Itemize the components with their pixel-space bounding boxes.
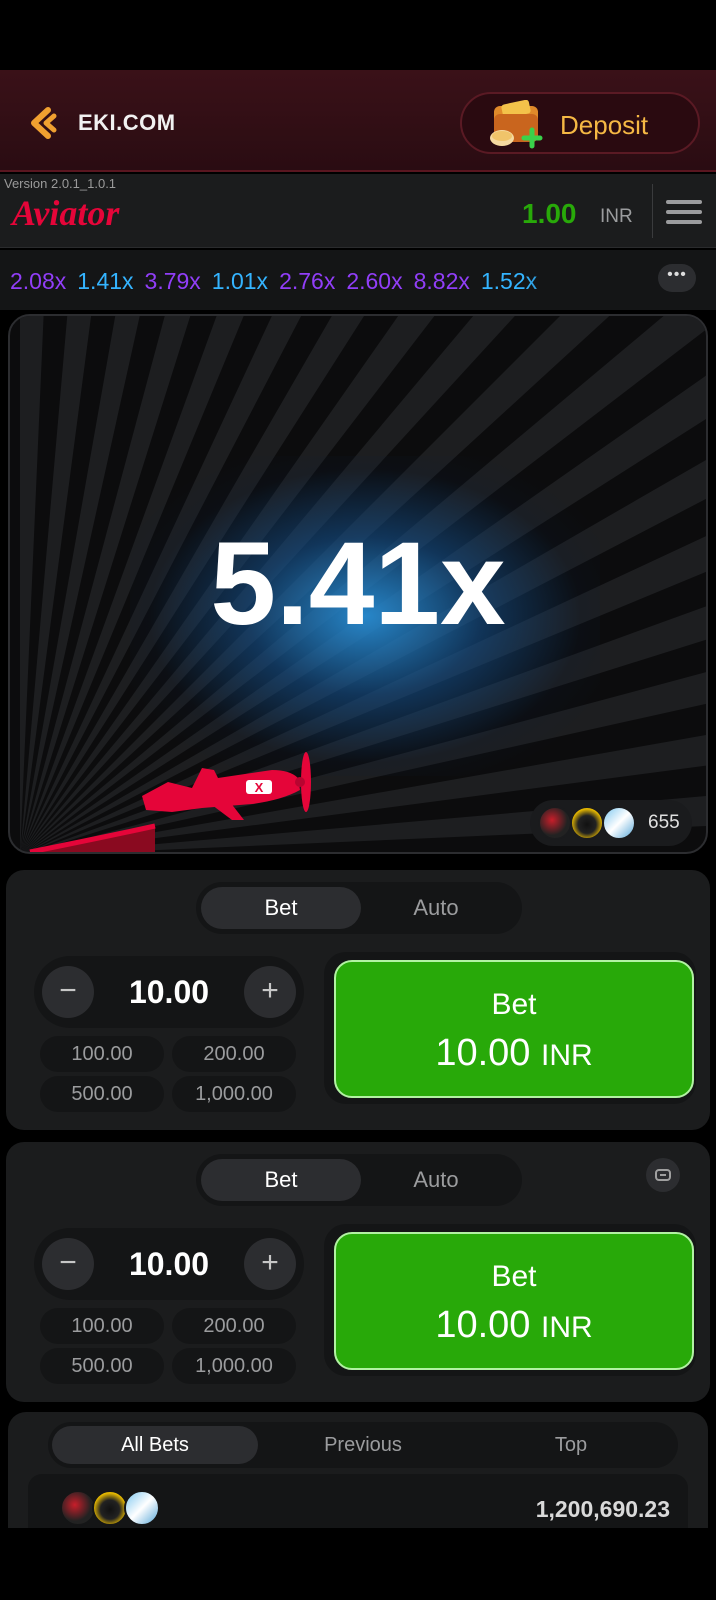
history-multiplier[interactable]: 8.82x	[414, 268, 470, 294]
bet-mode-tabs: Bet Auto	[196, 882, 522, 934]
history-multiplier[interactable]: 1.01x	[212, 268, 268, 294]
total-bets-amount: 1,200,690.23	[535, 1496, 670, 1522]
bet-amount-stepper: − 10.00 +	[34, 956, 304, 1028]
quick-amount-button[interactable]: 500.00	[40, 1076, 164, 1112]
plus-icon[interactable]: +	[244, 1238, 296, 1290]
history-bar: 2.08x 1.41x 3.79x 1.01x 2.76x 2.60x 8.82x 1.52x…	[0, 250, 716, 310]
quick-amount-button[interactable]: 100.00	[40, 1036, 164, 1072]
game-stage: 5.41x X 655	[8, 314, 708, 854]
avatar	[60, 1490, 96, 1526]
place-bet-button[interactable]: Bet 10.00 INR	[334, 960, 694, 1098]
deposit-button[interactable]: Deposit	[460, 92, 700, 154]
quick-amount-button[interactable]: 200.00	[172, 1308, 296, 1344]
site-brand[interactable]: EKI.COM	[78, 110, 176, 136]
site-header: EKI.COM Deposit	[0, 70, 716, 172]
plus-icon[interactable]: +	[244, 966, 296, 1018]
game-bar: Version 2.0.1_1.0.1 Aviator 1.00 INR	[0, 174, 716, 248]
avatar	[602, 806, 636, 840]
more-dots-icon[interactable]: •••	[658, 264, 696, 292]
bottom-area	[0, 1528, 716, 1600]
history-multiplier[interactable]: 2.76x	[279, 268, 335, 294]
quick-amount-button[interactable]: 1,000.00	[172, 1348, 296, 1384]
bet-button-amount: 10.00 INR	[435, 1032, 593, 1074]
online-players: 655	[530, 800, 692, 846]
tab-auto[interactable]: Auto	[356, 1159, 516, 1201]
wallet-icon	[490, 100, 543, 149]
tab-previous[interactable]: Previous	[260, 1426, 466, 1464]
avatar	[124, 1490, 160, 1526]
history-multiplier[interactable]: 2.08x	[10, 268, 66, 294]
bet-amount-input[interactable]: 10.00	[98, 1246, 240, 1283]
quick-amount-button[interactable]: 1,000.00	[172, 1076, 296, 1112]
deposit-label: Deposit	[560, 110, 649, 140]
tab-bet[interactable]: Bet	[201, 1159, 361, 1201]
tab-auto[interactable]: Auto	[356, 887, 516, 929]
bet-panel-2: Bet Auto − 10.00 + 100.00 200.00 500.00 …	[6, 1142, 710, 1402]
place-bet-button[interactable]: Bet 10.00 INR	[334, 1232, 694, 1370]
tab-all-bets[interactable]: All Bets	[52, 1426, 258, 1464]
bet-button-label: Bet	[491, 988, 537, 1021]
history-multiplier[interactable]: 1.52x	[481, 268, 537, 294]
tab-top[interactable]: Top	[468, 1426, 674, 1464]
divider	[652, 184, 653, 238]
bet-button-label: Bet	[491, 1260, 537, 1293]
history-multiplier[interactable]: 1.41x	[77, 268, 133, 294]
minus-icon[interactable]: −	[42, 966, 94, 1018]
aviator-logo: Aviator	[12, 193, 120, 233]
avatar	[570, 806, 604, 840]
hamburger-menu-icon[interactable]	[666, 200, 702, 226]
minus-icon[interactable]: −	[42, 1238, 94, 1290]
quick-amount-button[interactable]: 200.00	[172, 1036, 296, 1072]
history-multiplier[interactable]: 3.79x	[145, 268, 201, 294]
avatar	[538, 806, 572, 840]
bet-mode-tabs: Bet Auto	[196, 1154, 522, 1206]
tab-bet[interactable]: Bet	[201, 887, 361, 929]
svg-text:X: X	[255, 780, 264, 795]
bet-amount-input[interactable]: 10.00	[98, 974, 240, 1011]
quick-amount-button[interactable]: 500.00	[40, 1348, 164, 1384]
bet-button-amount: 10.00 INR	[435, 1304, 593, 1346]
bets-tabs: All Bets Previous Top	[48, 1422, 678, 1468]
bet-amount-stepper: − 10.00 +	[34, 1228, 304, 1300]
collapse-panel-icon[interactable]	[646, 1158, 680, 1192]
chevron-left-icon[interactable]	[28, 106, 62, 140]
history-multiplier[interactable]: 2.60x	[346, 268, 402, 294]
players-count: 655	[648, 812, 680, 833]
avatar	[92, 1490, 128, 1526]
airplane-icon: X	[142, 752, 311, 820]
current-multiplier: 5.41x	[210, 518, 506, 650]
bet-panel-1: Bet Auto − 10.00 + 100.00 200.00 500.00 …	[6, 870, 710, 1130]
bet-button-wrap: Bet 10.00 INR	[324, 1224, 696, 1376]
balance-currency: INR	[600, 206, 633, 227]
history-list: 2.08x 1.41x 3.79x 1.01x 2.76x 2.60x 8.82x 1.52x	[10, 268, 595, 295]
bet-button-wrap: Bet 10.00 INR	[324, 952, 696, 1104]
quick-amount-button[interactable]: 100.00	[40, 1308, 164, 1344]
balance-amount: 1.00	[522, 198, 577, 229]
version-text: Version 2.0.1_1.0.1	[4, 176, 117, 191]
